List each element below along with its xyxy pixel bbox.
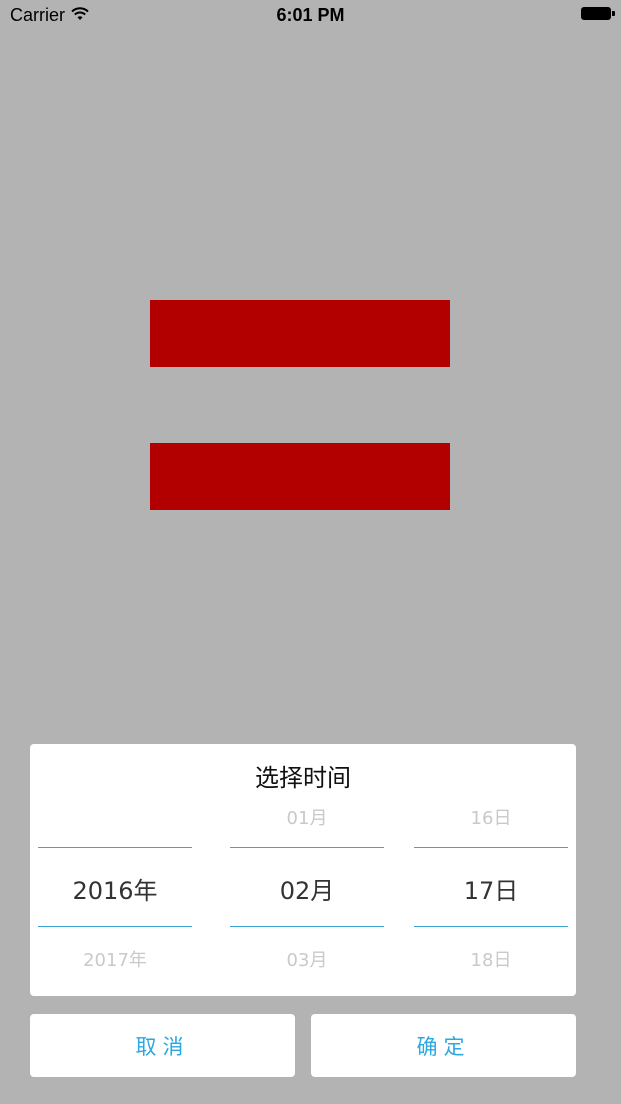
month-prev-option[interactable]: 01月 [230,804,384,830]
day-column[interactable]: 16日 17日 18日 [414,744,568,996]
selection-line-top [38,847,192,848]
year-selected-option[interactable]: 2016年 [38,871,192,906]
status-bar: Carrier 6:01 PM [0,0,621,32]
date-picker-card: 选择时间 2016年 2017年 01月 02月 03月 16日 17日 18日 [30,744,576,996]
month-selected-option[interactable]: 02月 [230,871,384,906]
year-next-option[interactable]: 2017年 [38,946,192,972]
year-column[interactable]: 2016年 2017年 [38,744,192,996]
selection-line-bottom [230,926,384,927]
battery-icon [581,7,615,20]
month-column[interactable]: 01月 02月 03月 [230,744,384,996]
status-right [581,7,615,20]
confirm-button[interactable]: 确定 [311,1014,576,1077]
red-block-top [150,300,450,367]
selection-line-bottom [414,926,568,927]
day-selected-option[interactable]: 17日 [414,871,568,906]
day-next-option[interactable]: 18日 [414,946,568,972]
day-prev-option[interactable]: 16日 [414,804,568,830]
screen: Carrier 6:01 PM 选择时间 2016年 2017年 01月 02月… [0,0,621,1104]
selection-line-bottom [38,926,192,927]
selection-line-top [414,847,568,848]
selection-line-top [230,847,384,848]
cancel-button[interactable]: 取消 [30,1014,295,1077]
month-next-option[interactable]: 03月 [230,946,384,972]
status-time: 6:01 PM [276,5,345,25]
red-block-bottom [150,443,450,510]
